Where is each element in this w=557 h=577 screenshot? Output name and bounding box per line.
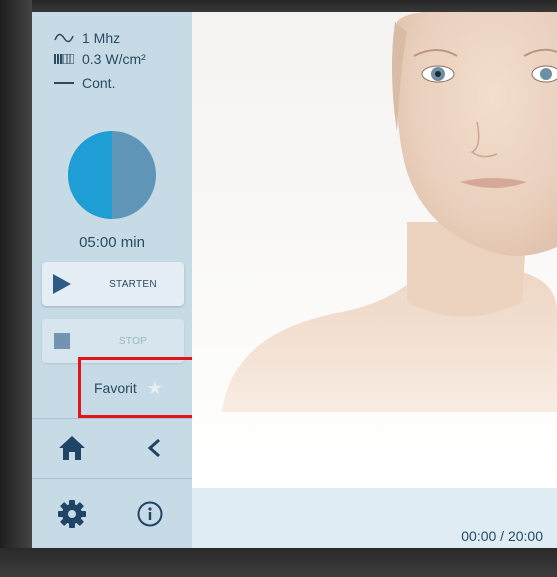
- device-bezel-bottom: [0, 548, 557, 577]
- mode-row: Cont.: [54, 75, 115, 91]
- pie-elapsed: [68, 131, 112, 219]
- intensity-row: 0.3 W/cm²: [54, 51, 146, 67]
- pulse-bars-icon: [54, 54, 74, 64]
- stop-button-label: STOP: [118, 335, 148, 347]
- continuous-line-icon: [54, 81, 74, 85]
- highlight-box: [78, 357, 195, 418]
- device-bezel-left: [0, 0, 32, 577]
- main-image-area: [192, 12, 557, 488]
- gear-icon: [58, 500, 86, 528]
- frequency-row: 1 Mhz: [54, 30, 120, 46]
- device-screen: 1 Mhz 0.3 W/cm² Cont. 05:00 min STARTEN …: [32, 12, 557, 548]
- face-illustration: [222, 12, 557, 412]
- info-icon: [137, 501, 163, 527]
- status-bar: 00:00 / 20:00: [192, 488, 557, 548]
- info-button[interactable]: [132, 496, 168, 532]
- play-icon: [42, 273, 82, 295]
- home-button[interactable]: [54, 430, 90, 466]
- back-chevron-icon: [147, 438, 160, 458]
- stop-icon: [42, 333, 82, 349]
- start-button[interactable]: STARTEN: [42, 262, 184, 306]
- sidebar: 1 Mhz 0.3 W/cm² Cont. 05:00 min STARTEN …: [32, 12, 195, 548]
- progress-pie-chart: [68, 131, 156, 219]
- sine-wave-icon: [54, 32, 74, 44]
- intensity-value: 0.3 W/cm²: [82, 51, 146, 67]
- session-progress: 00:00 / 20:00: [461, 528, 543, 544]
- remaining-time: 05:00 min: [79, 234, 145, 251]
- mode-value: Cont.: [82, 75, 116, 91]
- home-icon: [59, 436, 85, 460]
- sidebar-divider: [32, 478, 192, 479]
- frequency-value: 1 Mhz: [82, 30, 121, 46]
- settings-button[interactable]: [54, 496, 90, 532]
- back-button[interactable]: [136, 430, 172, 466]
- start-button-label: STARTEN: [109, 278, 157, 290]
- sidebar-divider: [32, 418, 192, 419]
